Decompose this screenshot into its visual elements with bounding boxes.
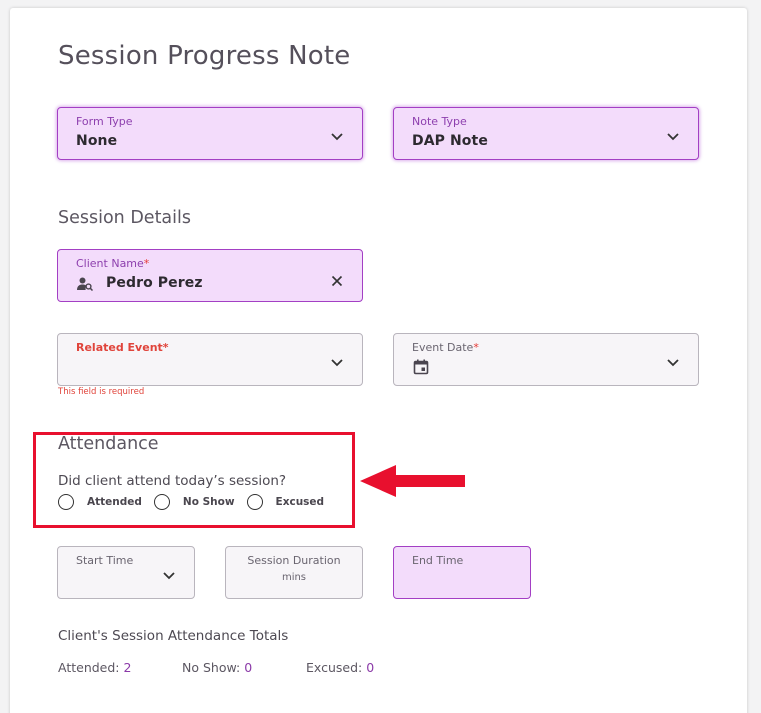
totals-title: Client's Session Attendance Totals xyxy=(58,628,289,644)
related-event-select[interactable]: Related Event* xyxy=(57,333,363,386)
radio-attended[interactable]: Attended xyxy=(58,494,142,510)
arrow-left-icon xyxy=(360,465,465,497)
totals-no-show: No Show: 0 xyxy=(182,660,252,675)
event-date-label: Event Date* xyxy=(412,341,479,354)
totals-attended-value: 2 xyxy=(123,660,132,675)
page-title: Session Progress Note xyxy=(58,41,351,71)
radio-label: No Show xyxy=(182,496,235,508)
totals-attended: Attended: 2 xyxy=(58,660,131,675)
radio-label: Attended xyxy=(87,496,142,508)
client-name-field[interactable]: Client Name* Pedro Perez xyxy=(57,249,363,302)
attendance-question: Did client attend today’s session? xyxy=(58,473,287,489)
totals-excused-value: 0 xyxy=(366,660,375,675)
totals-no-show-label: No Show: xyxy=(182,660,241,675)
form-type-label: Form Type xyxy=(76,115,133,128)
radio-no-show[interactable]: No Show xyxy=(153,494,235,510)
radio-label: Excused xyxy=(275,496,325,508)
related-event-label: Related Event* xyxy=(76,341,169,354)
session-duration-field[interactable]: Session Duration mins xyxy=(225,546,363,599)
session-duration-label: Session Duration xyxy=(247,554,341,567)
totals-excused: Excused: 0 xyxy=(306,660,374,675)
event-date-select[interactable]: Event Date* xyxy=(393,333,699,386)
client-name-label: Client Name* xyxy=(76,257,150,270)
session-details-title: Session Details xyxy=(58,208,192,228)
note-type-select[interactable]: Note Type DAP Note xyxy=(393,107,699,160)
start-time-label: Start Time xyxy=(76,554,134,567)
related-event-error: This field is required xyxy=(58,387,145,397)
radio-circle[interactable] xyxy=(58,494,74,510)
radio-circle[interactable] xyxy=(246,494,263,510)
attendance-radio-group: Attended No Show Excused xyxy=(58,494,324,510)
end-time-field[interactable]: End Time xyxy=(393,546,531,599)
form-card: Session Progress Note Form Type None Not… xyxy=(10,8,747,713)
chevron-down-icon xyxy=(667,133,679,141)
client-name-value: Pedro Perez xyxy=(106,275,203,291)
calendar-icon xyxy=(413,359,429,375)
start-time-select[interactable]: Start Time xyxy=(57,546,195,599)
totals-no-show-value: 0 xyxy=(244,660,253,675)
end-time-label: End Time xyxy=(412,554,464,567)
note-type-label: Note Type xyxy=(412,115,467,128)
chevron-down-icon xyxy=(331,133,343,141)
session-duration-unit: mins xyxy=(281,572,307,583)
note-type-value: DAP Note xyxy=(412,133,488,149)
person-search-icon xyxy=(77,277,93,291)
close-icon[interactable] xyxy=(331,275,343,287)
radio-circle[interactable] xyxy=(153,494,170,510)
chevron-down-icon xyxy=(331,359,343,367)
totals-attended-label: Attended: xyxy=(58,660,120,675)
chevron-down-icon xyxy=(667,359,679,367)
radio-excused[interactable]: Excused xyxy=(246,494,325,510)
form-type-value: None xyxy=(76,133,118,149)
totals-excused-label: Excused: xyxy=(306,660,363,675)
chevron-down-icon xyxy=(163,572,175,580)
attendance-title: Attendance xyxy=(58,434,159,454)
form-type-select[interactable]: Form Type None xyxy=(57,107,363,160)
